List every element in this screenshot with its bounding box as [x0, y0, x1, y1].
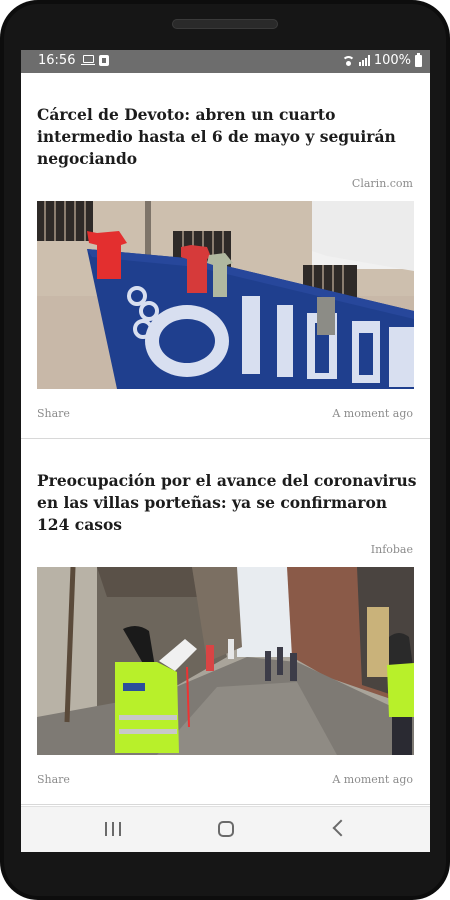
back-icon[interactable] [332, 819, 350, 837]
article-title[interactable]: Cárcel de Devoto: abren un cuarto interm… [37, 104, 417, 170]
wifi-icon [341, 55, 355, 66]
home-icon[interactable] [218, 821, 234, 837]
share-button[interactable]: Share [37, 407, 70, 420]
battery-icon [415, 52, 422, 67]
signal-icon [358, 55, 370, 66]
villa-street-photo [37, 567, 414, 755]
article-image[interactable] [37, 201, 414, 389]
laptop-icon [81, 55, 95, 65]
article-image[interactable] [37, 567, 414, 755]
article-card[interactable]: Preocupación por el avance del coronavir… [21, 439, 430, 804]
article-title[interactable]: Preocupación por el avance del coronavir… [37, 470, 417, 536]
status-time: 16:56 [38, 53, 76, 68]
screenshot-icon [99, 55, 109, 66]
screen: 16:56 100% Cárcel de Devoto: abren un cu… [21, 50, 430, 852]
recent-apps-icon[interactable] [105, 822, 121, 836]
status-icons-right: 100% [341, 52, 422, 68]
article-source: Infobae [370, 543, 413, 556]
article-time: A moment ago [332, 773, 413, 786]
speaker-grille [172, 19, 278, 29]
battery-percent: 100% [373, 53, 411, 68]
status-icons-left [81, 55, 109, 66]
article-time: A moment ago [332, 407, 413, 420]
card-divider [21, 804, 430, 805]
prison-protest-banner-photo [37, 201, 414, 389]
status-bar: 16:56 100% [21, 50, 430, 73]
article-source: Clarin.com [351, 177, 413, 190]
share-button[interactable]: Share [37, 773, 70, 786]
phone-frame: 16:56 100% Cárcel de Devoto: abren un cu… [0, 0, 450, 900]
article-card[interactable]: Cárcel de Devoto: abren un cuarto interm… [21, 73, 430, 438]
navigation-bar [21, 806, 430, 852]
